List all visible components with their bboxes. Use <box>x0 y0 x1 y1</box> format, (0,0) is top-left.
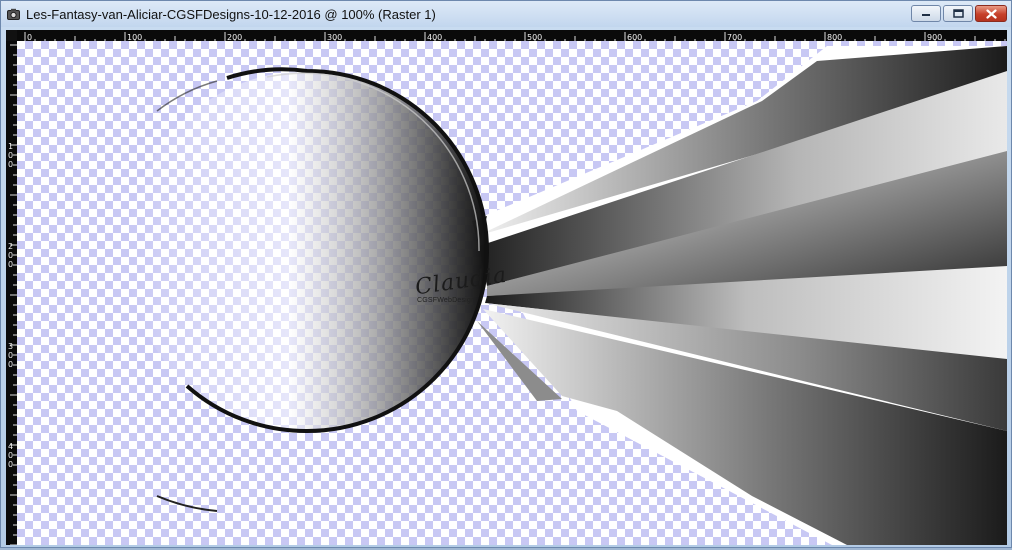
title-bar[interactable]: Les-Fantasy-van-Aliciar-CGSFDesigns-10-1… <box>1 1 1011 27</box>
close-icon <box>985 8 997 19</box>
ruler-corner <box>6 30 17 41</box>
camera-icon[interactable] <box>6 7 20 21</box>
ruler-left-label: 0 <box>8 360 13 369</box>
window-title: Les-Fantasy-van-Aliciar-CGSFDesigns-10-1… <box>26 6 436 22</box>
minimize-button[interactable] <box>911 5 941 22</box>
image-canvas[interactable]: Claudia CGSFWebDesign <box>17 41 1007 545</box>
ruler-left-label: 0 <box>8 260 13 269</box>
maximize-button[interactable] <box>943 5 973 22</box>
close-button[interactable] <box>975 5 1007 22</box>
ruler-left-label: 0 <box>8 151 13 160</box>
maximize-icon <box>952 9 964 18</box>
ruler-left-label: 3 <box>8 342 13 351</box>
ruler-left-label: 4 <box>8 442 13 451</box>
vertical-ruler[interactable]: 100200300400 <box>6 41 17 546</box>
ruler-left-label: 1 <box>8 142 13 151</box>
fan-rays <box>472 46 1007 545</box>
image-window: Les-Fantasy-van-Aliciar-CGSFDesigns-10-1… <box>0 0 1012 548</box>
ruler-left-label: 0 <box>8 351 13 360</box>
minimize-icon <box>922 13 930 16</box>
horizontal-ruler[interactable]: 0 100 200 300 400 500 600 700 800 900 <box>17 30 1007 43</box>
signature-subtitle: CGSFWebDesign <box>417 297 476 304</box>
ruler-left-label: 0 <box>8 460 13 469</box>
ruler-left-label: 2 <box>8 242 13 251</box>
ruler-left-label: 0 <box>8 160 13 169</box>
ruler-left-label: 0 <box>8 251 13 260</box>
ruler-left-label: 0 <box>8 451 13 460</box>
